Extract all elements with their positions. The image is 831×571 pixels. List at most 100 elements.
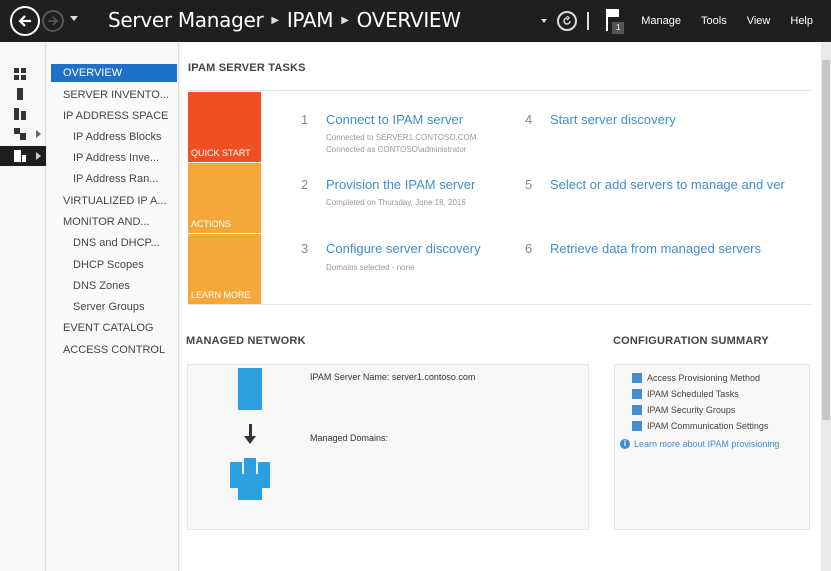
rail-ipam[interactable] [0,146,46,166]
calendar-icon [632,389,642,399]
refresh-icon [563,16,571,25]
rail-all-servers[interactable] [0,104,46,124]
task-number: 3 [301,241,309,256]
learn-more-provisioning-label: Learn more about IPAM provisioning [634,439,780,449]
learn-more-provisioning-link[interactable]: i Learn more about IPAM provisioning [620,439,779,449]
ipam-navigation: OVERVIEW SERVER INVENTO... IP ADDRESS SP… [47,42,179,571]
divider [587,12,590,30]
storage-icon [14,128,26,140]
task-number: 6 [525,241,533,256]
menu-help[interactable]: Help [790,15,813,27]
rail-dashboard[interactable] [0,64,46,84]
menu-view[interactable]: View [747,15,771,27]
config-item-label: IPAM Scheduled Tasks [647,389,739,399]
config-security-groups[interactable]: IPAM Security Groups [632,405,735,415]
forward-button[interactable] [42,10,64,32]
config-communication-settings[interactable]: IPAM Communication Settings [632,421,768,431]
chevron-down-icon[interactable] [541,19,548,23]
config-access-provisioning[interactable]: Access Provisioning Method [632,373,760,383]
arrow-right-icon [48,16,59,26]
title-bar: Server Manager ▶ IPAM ▶ OVERVIEW 1 Manag… [0,0,831,42]
breadcrumb: Server Manager ▶ IPAM ▶ OVERVIEW [108,8,461,32]
breadcrumb-overview: OVERVIEW [356,8,461,32]
back-button[interactable] [10,6,40,36]
nav-ip-address-blocks[interactable]: IP Address Blocks [73,128,161,146]
nav-overview[interactable]: OVERVIEW [51,64,177,82]
menu-tools[interactable]: Tools [701,15,727,27]
rail-local-server[interactable] [0,84,46,104]
config-scheduled-tasks[interactable]: IPAM Scheduled Tasks [632,389,739,399]
scrollbar-thumb[interactable] [822,60,830,420]
task-connect-user: Connected as CONTOSO\administrator [326,145,467,154]
divider [188,90,812,91]
task-configure-discovery-link[interactable]: Configure server discovery [326,241,481,256]
breadcrumb-ipam[interactable]: IPAM [287,8,334,32]
task-connect-status: Connected to SERVER1.CONTOSO.COM [326,133,477,142]
task-provision-link[interactable]: Provision the IPAM server [326,177,475,192]
nav-ip-address-space[interactable]: IP ADDRESS SPACE [63,107,168,125]
notifications-button[interactable]: 1 [603,6,625,36]
icon-rail [0,42,46,571]
servers-icon [14,108,26,120]
nav-dns-dhcp-servers[interactable]: DNS and DHCP... [73,234,160,252]
task-provision-status: Completed on Thursday, June 18, 2016 [326,198,466,207]
divider [188,304,812,305]
check-icon [632,373,642,383]
network-icon [632,421,642,431]
task-start-discovery-link[interactable]: Start server discovery [550,112,676,127]
nav-ip-address-ranges[interactable]: IP Address Ran... [73,170,158,188]
managed-network-title: MANAGED NETWORK [186,335,306,347]
config-item-label: IPAM Security Groups [647,405,736,415]
task-number: 2 [301,177,309,192]
task-number: 1 [301,112,309,127]
nav-dns-zones[interactable]: DNS Zones [73,277,130,295]
breadcrumb-separator-icon: ▶ [271,14,279,26]
tile-actions-label: ACTIONS [191,219,232,229]
dashboard-grid-icon [14,68,26,80]
title-bar-actions: 1 Manage Tools View Help [541,0,831,42]
task-connect-link[interactable]: Connect to IPAM server [326,112,463,127]
breadcrumb-separator-icon: ▶ [341,14,349,26]
configuration-summary-title: CONFIGURATION SUMMARY [613,335,769,347]
ipam-server-tasks-title: IPAM SERVER TASKS [188,62,306,74]
nav-virtualized-ip[interactable]: VIRTUALIZED IP A... [63,192,167,210]
history-dropdown-icon[interactable] [70,16,78,21]
task-retrieve-data-link[interactable]: Retrieve data from managed servers [550,241,761,256]
nav-access-control[interactable]: ACCESS CONTROL [63,341,165,359]
nav-monitor-and-manage[interactable]: MONITOR AND... [63,213,150,231]
breadcrumb-server-manager[interactable]: Server Manager [108,8,264,32]
tile-learn-more-label: LEARN MORE [191,290,251,300]
task-number: 5 [525,177,533,192]
nav-server-inventory[interactable]: SERVER INVENTO... [63,86,169,104]
rail-file-storage[interactable] [0,124,46,144]
vertical-scrollbar[interactable] [821,42,831,571]
nav-dhcp-scopes[interactable]: DHCP Scopes [73,256,144,274]
server-icon [17,88,23,100]
refresh-button[interactable] [557,11,578,31]
tile-quick-start[interactable]: QUICK START [188,92,261,162]
ipam-server-name: IPAM Server Name: server1.contoso.com [310,372,476,382]
ipam-icon [14,150,26,162]
nav-server-groups[interactable]: Server Groups [73,298,145,316]
task-number: 4 [525,112,533,127]
info-icon: i [620,439,630,449]
nav-ip-address-inventory[interactable]: IP Address Inve... [73,149,159,167]
config-item-label: Access Provisioning Method [647,373,761,383]
task-configure-discovery-status: Domains selected - none [326,263,415,272]
arrow-down-icon-head [244,436,256,444]
tile-quick-start-label: QUICK START [191,148,251,158]
flag-icon-cloth [608,9,620,17]
config-item-label: IPAM Communication Settings [647,421,769,431]
tile-learn-more[interactable]: LEARN MORE [188,234,261,304]
managed-domains-label: Managed Domains: [310,433,389,443]
task-select-servers-link[interactable]: Select or add servers to manage and ver [550,177,785,192]
users-icon [632,405,642,415]
ipam-server-icon [238,368,262,410]
main-content: IPAM SERVER TASKS QUICK START ACTIONS LE… [180,42,821,571]
tile-actions[interactable]: ACTIONS [188,163,261,233]
menu-manage[interactable]: Manage [641,15,681,27]
nav-event-catalog[interactable]: EVENT CATALOG [63,319,153,337]
expand-arrow-icon [36,130,41,138]
notification-count-badge: 1 [612,22,625,34]
arrow-left-icon [18,15,31,27]
